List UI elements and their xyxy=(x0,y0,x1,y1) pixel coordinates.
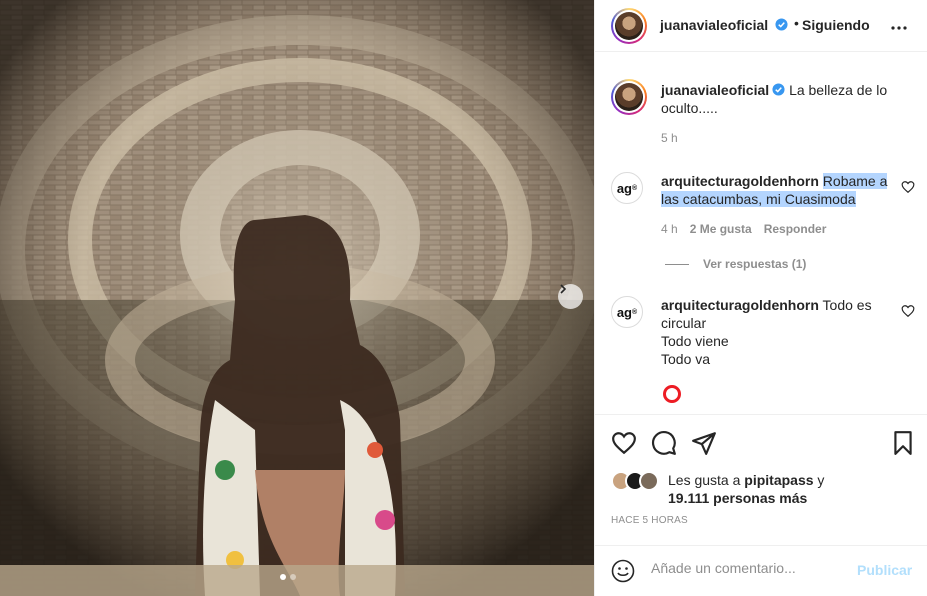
add-comment-bar: Publicar xyxy=(595,545,927,596)
caption-time[interactable]: 5 h xyxy=(661,131,678,145)
more-options-icon[interactable] xyxy=(890,18,908,32)
verified-badge-icon xyxy=(772,83,785,96)
emoji-icon[interactable] xyxy=(611,559,635,583)
liker-avatar xyxy=(639,471,659,491)
like-comment-heart-icon[interactable] xyxy=(901,180,915,194)
view-replies-button[interactable]: Ver respuestas (1) xyxy=(665,257,806,271)
post-timestamp[interactable]: HACE 5 HORAS xyxy=(611,515,688,526)
author-username-link[interactable]: juanavialeoficial xyxy=(660,17,788,33)
verified-badge-icon xyxy=(775,18,788,31)
comment-text-line: Todo viene xyxy=(661,333,729,349)
commenter-avatar[interactable]: ag ® xyxy=(611,172,643,204)
replies-divider-line xyxy=(665,263,689,265)
save-bookmark-icon[interactable] xyxy=(890,430,916,456)
following-button[interactable]: Siguiendo xyxy=(802,17,870,33)
header-separator: • xyxy=(794,15,799,31)
reply-button[interactable]: Responder xyxy=(764,222,827,236)
comment-bubble-icon[interactable] xyxy=(651,430,677,456)
carousel-indicator xyxy=(280,574,296,580)
liker-username-link[interactable]: pipitapass xyxy=(744,472,813,488)
like-heart-icon[interactable] xyxy=(611,430,637,456)
author-avatar[interactable] xyxy=(611,8,647,44)
post-header: juanavialeoficial • Siguiendo xyxy=(595,0,927,52)
comment-likes[interactable]: 2 Me gusta xyxy=(690,222,752,236)
comment-input[interactable] xyxy=(651,560,851,576)
carousel-dot-active xyxy=(280,574,286,580)
post-actions: Les gusta a pipitapass y 19.111 personas… xyxy=(595,414,927,545)
commenter-username-link[interactable]: arquitecturagoldenhorn xyxy=(661,173,819,189)
chevron-right-icon xyxy=(560,284,567,294)
post-details-panel: juanavialeoficial • Siguiendo juanaviale… xyxy=(594,0,927,596)
next-photo-button[interactable] xyxy=(558,284,583,309)
likes-prefix: Les gusta a xyxy=(668,472,741,488)
publish-button[interactable]: Publicar xyxy=(857,562,912,578)
commenter-username-link[interactable]: arquitecturagoldenhorn xyxy=(661,297,819,313)
commenter-avatar[interactable]: ag ® xyxy=(611,296,643,328)
catacomb-photo xyxy=(0,0,594,596)
comment-text-line: Todo va xyxy=(661,351,711,367)
comment-meta: 4 h 2 Me gusta Responder xyxy=(661,222,826,236)
likes-connector: y xyxy=(817,472,825,488)
comment-time[interactable]: 4 h xyxy=(661,222,678,236)
caption-username-link[interactable]: juanavialeoficial xyxy=(661,82,769,98)
loading-spinner-icon xyxy=(663,385,681,403)
likes-others-link[interactable]: 19.111 personas más xyxy=(668,490,807,506)
caption-author-avatar[interactable] xyxy=(611,79,647,115)
like-comment-heart-icon[interactable] xyxy=(901,304,915,318)
post-photo[interactable] xyxy=(0,0,594,596)
carousel-dot xyxy=(290,574,296,580)
share-paper-plane-icon[interactable] xyxy=(691,430,717,456)
